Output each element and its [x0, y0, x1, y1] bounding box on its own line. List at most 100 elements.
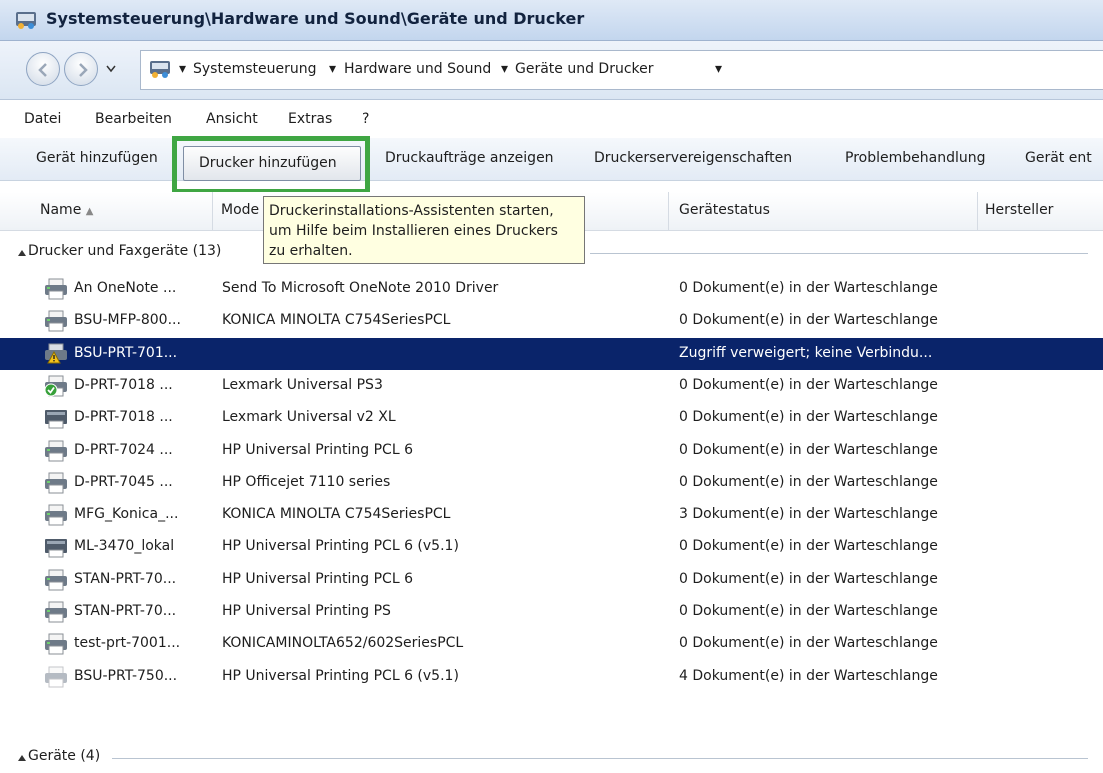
printer-model: HP Universal Printing PCL 6 (v5.1) [222, 538, 459, 555]
add-printer-button[interactable]: Drucker hinzufügen [183, 146, 361, 181]
printer-name: D-PRT-7045 ... [74, 473, 173, 490]
printer-icon [44, 633, 68, 655]
printer-status: 0 Dokument(e) in der Warteschlange [679, 603, 938, 619]
printer-warning-icon [44, 343, 68, 365]
show-print-jobs-button[interactable]: Druckaufträge anzeigen [385, 150, 554, 166]
printer-model: HP Universal Printing PCL 6 [222, 570, 413, 587]
column-divider[interactable] [212, 192, 213, 230]
arrow-left-icon [38, 63, 47, 77]
arrow-right-icon [79, 63, 88, 77]
menu-help[interactable]: ? [362, 111, 369, 127]
forward-button[interactable] [64, 52, 98, 86]
printer-name: STAN-PRT-70... [74, 603, 177, 619]
remove-device-button[interactable]: Gerät ent [1025, 150, 1092, 166]
printer-name: test-prt-7001... [74, 635, 181, 652]
printer-name: BSU-PRT-701... [74, 344, 178, 361]
recent-pages-chevron-icon[interactable] [106, 65, 116, 73]
printer-name: D-PRT-7024 ... [74, 441, 173, 458]
printer-name: BSU-PRT-750... [74, 667, 178, 684]
command-bar: Gerät hinzufügen Druckaufträge anzeigen … [0, 138, 1103, 181]
breadcrumb-item-control-panel[interactable]: Systemsteuerung [193, 61, 316, 77]
breadcrumb-chevron-icon[interactable]: ▾ [715, 61, 722, 77]
group-devices-label: Geräte (4) [28, 748, 101, 764]
group-devices-header[interactable]: Geräte (4) [0, 743, 1103, 773]
printer-status: 0 Dokument(e) in der Warteschlange [679, 376, 938, 393]
printer-icon [44, 601, 68, 623]
printer-row[interactable]: D-PRT-7045 ... HP Officejet 7110 series 0 … [0, 467, 1103, 499]
printer-model: HP Officejet 7110 series [222, 473, 391, 490]
printer-icon [44, 278, 68, 300]
printer-status: 0 Dokument(e) in der Warteschlange [679, 280, 938, 296]
printer-status: 0 Dokument(e) in der Warteschlange [679, 409, 938, 426]
printer-row[interactable]: BSU-PRT-750... HP Universal Printing PCL … [0, 661, 1103, 693]
printer-icon [44, 569, 68, 591]
address-bar: ▾ Systemsteuerung ▾ Hardware und Sound ▾… [0, 41, 1103, 100]
printer-model: Lexmark Universal PS3 [222, 376, 383, 393]
printer-name: ML-3470_lokal [74, 538, 175, 555]
breadcrumb-chevron-icon[interactable]: ▾ [329, 61, 336, 77]
printer-status: 0 Dokument(e) in der Warteschlange [679, 538, 938, 555]
printer-icon [44, 472, 68, 494]
menu-bar: Datei Bearbeiten Ansicht Extras ? [0, 107, 1103, 135]
window-title: Systemsteuerung\Hardware und Sound\Gerät… [46, 9, 585, 28]
column-divider[interactable] [668, 192, 669, 230]
back-button[interactable] [26, 52, 60, 86]
printer-status: 0 Dokument(e) in der Warteschlange [679, 635, 938, 652]
printer-status: 4 Dokument(e) in der Warteschlange [679, 667, 938, 684]
printer-name: D-PRT-7018 ... [74, 409, 173, 426]
breadcrumb-root-chevron-icon[interactable]: ▾ [179, 61, 186, 77]
printer-model: KONICA MINOLTA C754SeriesPCL [222, 506, 451, 523]
printer-model: KONICA MINOLTA C754SeriesPCL [222, 312, 451, 329]
printer-name: STAN-PRT-70... [74, 570, 177, 587]
menu-view[interactable]: Ansicht [206, 111, 258, 127]
printer-row[interactable]: An OneNote ... Send To Microsoft OneNote … [0, 273, 1103, 305]
print-server-properties-button[interactable]: Druckerservereigenschaften [594, 150, 792, 166]
add-printer-label: Drucker hinzufügen [199, 155, 337, 171]
default-printer-icon [44, 375, 68, 397]
printer-row[interactable]: BSU-MFP-800... KONICA MINOLTA C754SeriesP… [0, 305, 1103, 337]
printer-icon [44, 440, 68, 462]
group-printers-label: Drucker und Faxgeräte (13) [28, 243, 222, 259]
printer-row[interactable]: ML-3470_lokal HP Universal Printing PCL 6… [0, 531, 1103, 563]
breadcrumb-item-devices-printers[interactable]: Geräte und Drucker [515, 61, 654, 77]
column-manufacturer[interactable]: Hersteller [985, 202, 1053, 218]
menu-edit[interactable]: Bearbeiten [95, 111, 172, 127]
printer-status: 0 Dokument(e) in der Warteschlange [679, 473, 938, 490]
printer-row[interactable]: BSU-PRT-701... Zugriff verweigert; keine … [0, 337, 1103, 370]
printer-status: 0 Dokument(e) in der Warteschlange [679, 441, 938, 458]
column-model[interactable]: Mode [221, 202, 259, 218]
printer-row[interactable]: D-PRT-7024 ... HP Universal Printing PCL … [0, 435, 1103, 467]
printer-model: KONICAMINOLTA652/602SeriesPCL [222, 635, 464, 652]
breadcrumb[interactable]: ▾ Systemsteuerung ▾ Hardware und Sound ▾… [140, 50, 1103, 90]
column-name[interactable]: Name ▲ [40, 202, 93, 218]
laser-printer-icon [44, 407, 68, 429]
collapse-triangle-icon[interactable] [18, 250, 26, 256]
printer-name: BSU-MFP-800... [74, 312, 181, 329]
printer-row[interactable]: MFG_Konica_... KONICA MINOLTA C754SeriesP… [0, 499, 1103, 531]
printer-icon [44, 504, 68, 526]
column-status[interactable]: Gerätestatus [679, 202, 770, 218]
printer-name: MFG_Konica_... [74, 506, 179, 523]
column-divider[interactable] [977, 192, 978, 230]
breadcrumb-chevron-icon[interactable]: ▾ [501, 61, 508, 77]
breadcrumb-item-hardware-sound[interactable]: Hardware und Sound [344, 61, 491, 77]
printer-row[interactable]: STAN-PRT-70... HP Universal Printing PS 0 … [0, 596, 1103, 628]
troubleshoot-button[interactable]: Problembehandlung [845, 150, 985, 166]
printer-row[interactable]: STAN-PRT-70... HP Universal Printing PCL … [0, 564, 1103, 596]
add-printer-tooltip: Druckerinstallations-Assistenten starten… [263, 196, 585, 264]
printer-model: Lexmark Universal v2 XL [222, 409, 396, 426]
add-device-button[interactable]: Gerät hinzufügen [36, 150, 158, 166]
printer-row[interactable]: D-PRT-7018 ... Lexmark Universal v2 XL 0 D… [0, 402, 1103, 434]
printer-status: Zugriff verweigert; keine Verbindu... [679, 344, 933, 361]
printer-row[interactable]: D-PRT-7018 ... Lexmark Universal PS3 0 Dok… [0, 370, 1103, 402]
collapse-triangle-icon[interactable] [18, 755, 26, 761]
control-panel-icon [16, 12, 36, 29]
printer-row[interactable]: test-prt-7001... KONICAMINOLTA652/602Seri… [0, 628, 1103, 660]
printer-name: D-PRT-7018 ... [74, 376, 173, 393]
menu-file[interactable]: Datei [24, 111, 61, 127]
printer-name: An OneNote ... [74, 280, 177, 296]
printer-model: HP Universal Printing PCL 6 (v5.1) [222, 667, 459, 684]
printer-status: 0 Dokument(e) in der Warteschlange [679, 570, 938, 587]
printer-status: 3 Dokument(e) in der Warteschlange [679, 506, 938, 523]
menu-extras[interactable]: Extras [288, 111, 332, 127]
